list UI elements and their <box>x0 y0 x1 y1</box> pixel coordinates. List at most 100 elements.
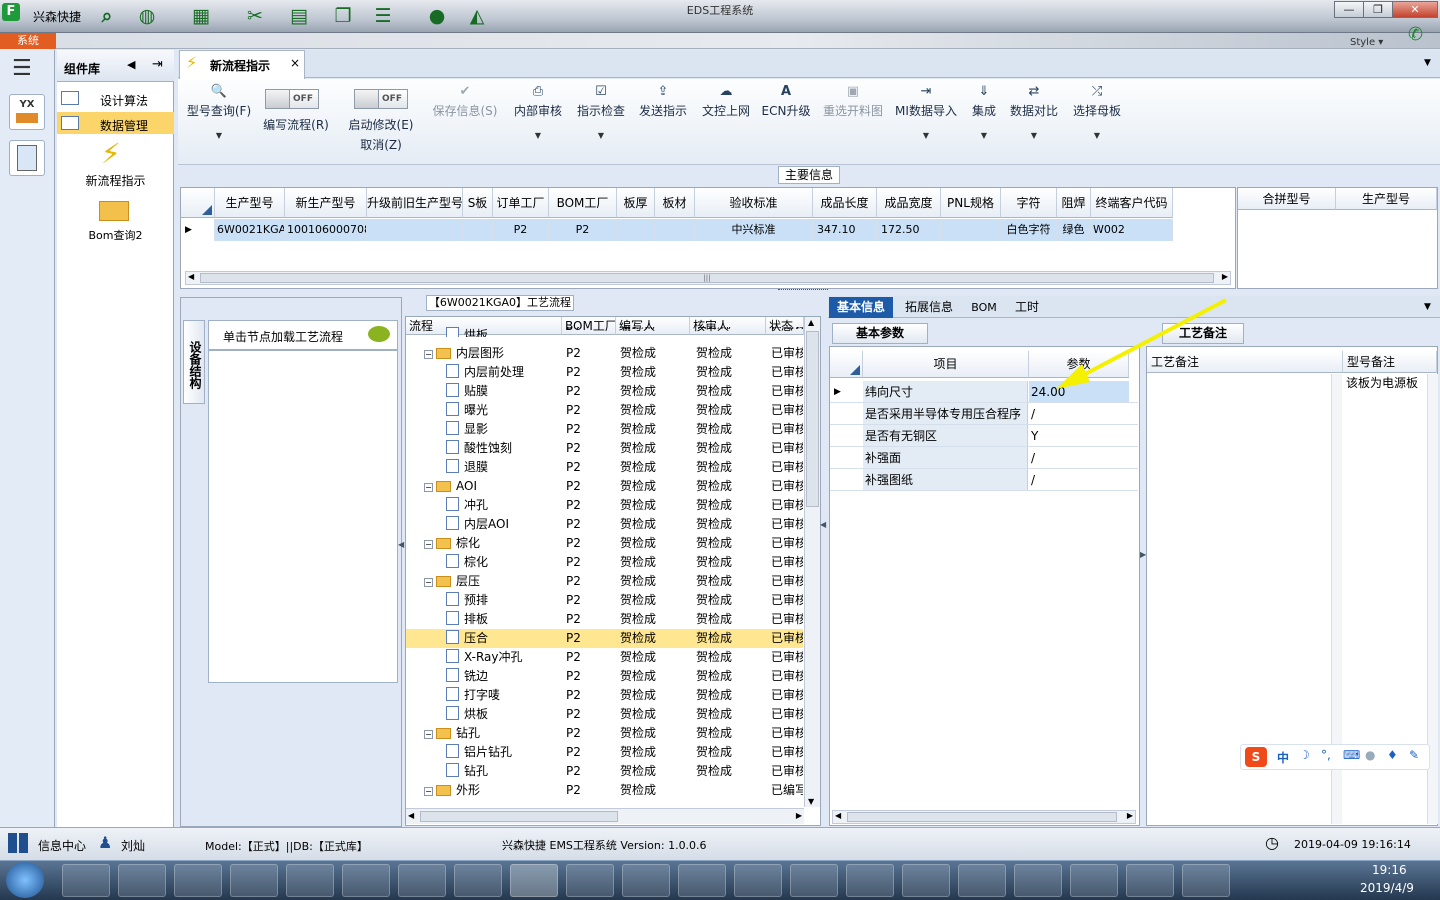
taskbar-app-word-icon[interactable] <box>1182 864 1230 897</box>
flow-row[interactable]: 铣边 P2 贺检成 贺检成 已审核 <box>406 667 803 686</box>
flow-row[interactable]: 冲孔 P2 贺检成 贺检成 已审核 <box>406 496 803 515</box>
scroll-thumb[interactable] <box>420 811 618 822</box>
send-instruction-button[interactable]: ⇪ 发送指示 <box>636 82 690 152</box>
flow-row[interactable]: 酸性蚀刻 P2 贺检成 贺检成 已审核 <box>406 439 803 458</box>
integrate-button[interactable]: ⇓ 集成 ▼ <box>966 82 1002 152</box>
user-icon[interactable]: ● <box>1365 748 1375 762</box>
param-value[interactable]: / <box>1029 469 1129 490</box>
col-pnl-spec[interactable]: PNL规格 <box>941 188 1001 218</box>
flow-row[interactable]: 内层前处理 P2 贺检成 贺检成 已审核 <box>406 363 803 382</box>
taskbar-app-window-icon[interactable] <box>790 864 838 897</box>
grid-cell[interactable]: P2 <box>493 219 549 241</box>
taskbar-app-excel-icon[interactable] <box>1014 864 1062 897</box>
tab-extended-info[interactable]: 拓展信息 <box>897 297 961 318</box>
restore-button[interactable]: ❐ <box>1363 1 1393 18</box>
expand-toggle-icon[interactable]: − <box>424 540 433 549</box>
ime-mode[interactable]: 中 <box>1277 749 1289 766</box>
taskbar-app-excel-icon[interactable] <box>1070 864 1118 897</box>
col-s-board[interactable]: S板 <box>463 188 493 218</box>
expand-toggle-icon[interactable]: − <box>424 350 433 359</box>
menu-icon[interactable]: ☰ <box>12 56 32 81</box>
tab-dropdown-icon[interactable]: ▼ <box>1424 302 1431 312</box>
col-bom-factory[interactable]: BOM工厂 <box>549 188 617 218</box>
taskbar-app-docs-icon[interactable] <box>342 864 390 897</box>
taskbar-app-fish-icon[interactable] <box>118 864 166 897</box>
taskbar-app-window-icon[interactable] <box>846 864 894 897</box>
grid-cell[interactable]: 347.10 <box>813 219 877 241</box>
flow-row[interactable]: 烘板 P2 贺检成 贺检成 已审核 <box>406 705 803 724</box>
param-value[interactable]: / <box>1029 403 1129 424</box>
windows-grid-icon[interactable] <box>8 833 28 853</box>
tools-icon[interactable]: ✎ <box>1409 748 1419 762</box>
lib-item-data-management[interactable]: 数据管理 <box>57 113 174 135</box>
flow-row[interactable]: 退膜 P2 贺检成 贺检成 已审核 <box>406 458 803 477</box>
keyboard-icon[interactable]: ⌨ <box>1343 748 1360 762</box>
flow-row[interactable]: 曝光 P2 贺检成 贺检成 已审核 <box>406 401 803 420</box>
tab-equipment-structure[interactable]: 设备结构 <box>183 320 205 404</box>
yx-module-button[interactable]: YX <box>9 94 45 130</box>
col-production-model[interactable]: 生产型号 <box>215 188 285 218</box>
expand-toggle-icon[interactable]: − <box>424 578 433 587</box>
cancel-label[interactable]: 取消(Z) <box>342 136 420 153</box>
grid-cell[interactable]: 6W0021KGA0 <box>215 219 285 241</box>
taskbar-app-save-icon[interactable] <box>286 864 334 897</box>
flow-row[interactable]: 显影 P2 贺检成 贺检成 已审核 <box>406 420 803 439</box>
flow-row[interactable]: 压合 P2 贺检成 贺检成 已审核 <box>406 629 803 648</box>
flow-row[interactable]: 排板 P2 贺检成 贺检成 已审核 <box>406 610 803 629</box>
flow-row[interactable]: 棕化 P2 贺检成 贺检成 已审核 <box>406 553 803 572</box>
taskbar-app-window-icon[interactable] <box>902 864 950 897</box>
flow-row[interactable]: − 外形 P2 贺检成 已编写 <box>406 781 803 800</box>
moon-icon[interactable]: ☽ <box>1299 748 1310 762</box>
scroll-left-icon[interactable]: ◀ <box>188 272 194 281</box>
col-new-production-model[interactable]: 新生产型号 <box>285 188 367 218</box>
param-value[interactable]: / <box>1029 447 1129 468</box>
taskbar-app-window-icon[interactable] <box>678 864 726 897</box>
col-finished-width[interactable]: 成品宽度 <box>877 188 941 218</box>
param-row[interactable]: 是否采用半导体专用压合程序 / <box>830 403 1138 425</box>
start-button[interactable] <box>6 862 44 898</box>
collapse-splitter-icon[interactable]: ◀ <box>398 540 404 549</box>
calculator-module-button[interactable] <box>9 140 45 176</box>
scroll-down-icon[interactable]: ▼ <box>808 797 814 806</box>
skin-icon[interactable]: ♦ <box>1387 748 1398 762</box>
lib-big-new-flow[interactable]: 新流程指示 <box>57 172 174 189</box>
taskbar-app-eye-icon[interactable] <box>958 864 1006 897</box>
col-old-production-model[interactable]: 升级前旧生产型号 <box>367 188 463 218</box>
check-instruction-button[interactable]: ☑ 指示检查 ▼ <box>574 82 628 152</box>
model-note-value[interactable]: 该板为电源板 <box>1346 374 1418 391</box>
param-row[interactable]: 补强图纸 / <box>830 469 1138 491</box>
taskbar-app-window-icon[interactable] <box>734 864 782 897</box>
flow-vscrollbar[interactable]: ▲ ▼ <box>804 317 820 807</box>
taskbar-app-eye-icon[interactable] <box>566 864 614 897</box>
taskbar-app-eds-icon[interactable] <box>510 864 558 897</box>
flow-row[interactable]: 贴膜 P2 贺检成 贺检成 已审核 <box>406 382 803 401</box>
col-customer-code[interactable]: 终端客户代码 <box>1091 188 1173 218</box>
col-solder-mask[interactable]: 阻焊 <box>1057 188 1091 218</box>
params-hscrollbar[interactable]: ◀ ▶ <box>832 810 1136 824</box>
col-thickness[interactable]: 板厚 <box>617 188 655 218</box>
grid-cell[interactable]: 10010600070885 <box>285 219 367 241</box>
basic-params-tab[interactable]: 基本参数 <box>832 323 928 344</box>
grid-cell[interactable]: P2 <box>549 219 617 241</box>
scroll-thumb[interactable] <box>847 812 1117 822</box>
structure-tree[interactable] <box>208 350 398 683</box>
flow-row[interactable]: 预排 P2 贺检成 贺检成 已审核 <box>406 591 803 610</box>
tab-close-icon[interactable]: × <box>290 56 300 70</box>
grid-cell[interactable]: 172.50 <box>877 219 941 241</box>
data-compare-button[interactable]: ⇄ 数据对比 ▼ <box>1007 82 1061 152</box>
col-material[interactable]: 板材 <box>655 188 695 218</box>
system-menu[interactable]: 系统 <box>0 33 56 49</box>
scroll-thumb[interactable] <box>806 331 819 507</box>
grid-cell[interactable] <box>367 219 463 241</box>
write-flow-toggle[interactable]: OFF <box>265 89 319 109</box>
select-mother-board-button[interactable]: ⤮ 选择母板 ▼ <box>1070 82 1124 152</box>
grid-cell[interactable] <box>617 219 655 241</box>
minimize-button[interactable]: — <box>1334 1 1364 18</box>
grid-cell[interactable]: 中兴标准 <box>695 219 813 241</box>
taskbar-app-ie-icon[interactable] <box>230 864 278 897</box>
taskbar-app-g-icon[interactable] <box>174 864 222 897</box>
mi-import-button[interactable]: ⇥ MI数据导入 ▼ <box>893 82 959 152</box>
taskbar-app-docs-icon[interactable] <box>454 864 502 897</box>
flow-row[interactable]: 铝片钻孔 P2 贺检成 贺检成 已审核 <box>406 743 803 762</box>
style-menu[interactable]: Style ▾ <box>1350 37 1383 48</box>
